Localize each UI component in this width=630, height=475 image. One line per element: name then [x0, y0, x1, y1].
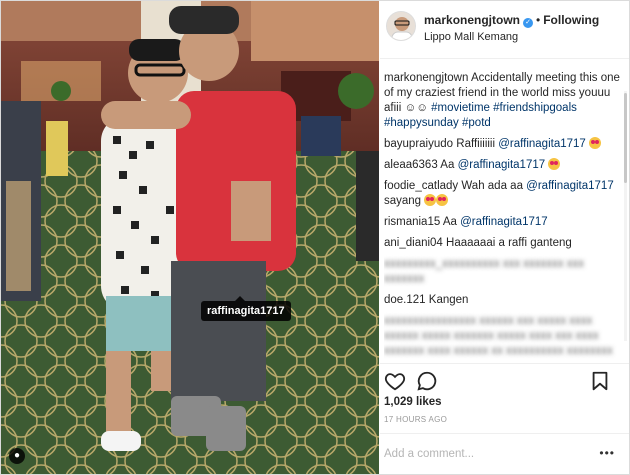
likes-count[interactable]: 1,029 likes	[384, 396, 442, 408]
comment-mention[interactable]: @raffinagita1717	[526, 180, 614, 192]
photo-illustration	[1, 1, 379, 474]
list-item: doe.121 Kangen	[384, 293, 623, 308]
author-username[interactable]: markonengjtown	[424, 13, 520, 27]
person-tag-icon[interactable]: ●	[9, 448, 25, 464]
post-details-panel: markonengjtown ✓ • Following Lippo Mall Kem…	[380, 1, 629, 474]
heart-eyes-emoji-icon	[548, 158, 561, 170]
comments-list: markonengjtown Accidentally meeting this…	[384, 71, 623, 359]
heart-eyes-emoji-icon	[589, 137, 602, 149]
heart-outline-icon[interactable]	[384, 370, 406, 392]
post-header: markonengjtown ✓ • Following Lippo Mall Kem…	[380, 1, 629, 59]
avatar[interactable]	[386, 11, 416, 41]
list-item: bayupraiyudo Raffiiiiiii @raffinagita171…	[384, 137, 623, 152]
comment-username[interactable]: doe.121	[384, 294, 426, 306]
comment-username[interactable]: rismania15	[384, 216, 440, 228]
comment-mention[interactable]: @raffinagita1717	[460, 216, 548, 228]
comment-text: Kangen	[428, 294, 469, 306]
blurred-comment: xxxxxxxxxxxxxxxx xxxxxx xxx xxxxx xxxx x…	[384, 315, 613, 357]
comment-mention[interactable]: @raffinagita1717	[498, 138, 586, 150]
list-item: foodie_catlady Wah ada aa @raffinagita17…	[384, 179, 623, 209]
comment-username[interactable]: ani_diani04	[384, 237, 443, 249]
comment-text: Haaaaaai a raffi ganteng	[446, 237, 572, 249]
heart-eyes-emoji-icon	[424, 194, 437, 206]
blurred-comment: xxxxxxxxx_xxxxxxxxxx xxx xxxxxxx xxx xxx…	[384, 258, 584, 285]
scrollbar-thumb[interactable]	[624, 93, 627, 183]
comment-text: Aa	[440, 159, 455, 171]
separator-dot: •	[536, 13, 541, 27]
bookmark-icon[interactable]	[589, 370, 611, 392]
comment-mention[interactable]: @raffinagita1717	[458, 159, 546, 171]
comment-username[interactable]: aleaa6363	[384, 159, 438, 171]
comment-text: Wah ada aa	[461, 180, 523, 192]
comment-text: Aa	[442, 216, 457, 228]
post-timestamp[interactable]: 17 HOURS AGO	[384, 415, 447, 424]
verified-badge-icon: ✓	[523, 18, 534, 28]
more-options-icon[interactable]: •••	[599, 446, 615, 460]
caption-username[interactable]: markonengjtown	[384, 72, 468, 84]
list-item: rismania15 Aa @raffinagita1717	[384, 215, 623, 230]
action-bar	[380, 363, 629, 393]
caption: markonengjtown Accidentally meeting this…	[384, 71, 623, 131]
comment-text: Raffiiiiiii	[456, 138, 496, 150]
list-item: ani_diani04 Haaaaaai a raffi ganteng	[384, 236, 623, 251]
comment-text-after: sayang	[384, 195, 422, 207]
add-comment-bar: Add a comment... •••	[380, 433, 629, 474]
comment-bubble-icon[interactable]	[416, 370, 438, 392]
user-tag-label[interactable]: raffinagita1717	[201, 296, 291, 321]
location-link[interactable]: Lippo Mall Kemang	[424, 31, 599, 43]
list-item: aleaa6363 Aa @raffinagita1717	[384, 158, 623, 173]
post-photo[interactable]: raffinagita1717 ●	[1, 1, 379, 474]
comment-username[interactable]: foodie_catlady	[384, 180, 458, 192]
header-text: markonengjtown ✓ • Following Lippo Mall Kem…	[424, 13, 599, 43]
add-comment-input[interactable]: Add a comment...	[384, 448, 474, 460]
following-button[interactable]: Following	[543, 13, 599, 27]
comment-username[interactable]: bayupraiyudo	[384, 138, 453, 150]
heart-eyes-emoji-icon	[436, 194, 449, 206]
